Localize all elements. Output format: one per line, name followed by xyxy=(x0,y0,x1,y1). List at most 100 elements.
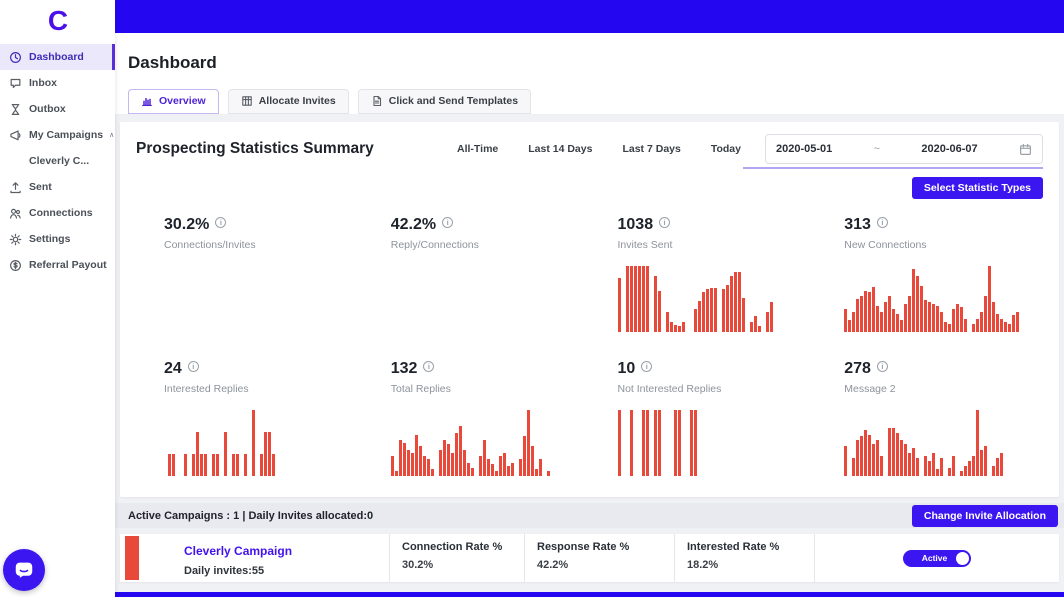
info-icon[interactable]: i xyxy=(215,217,226,228)
chart-bar xyxy=(738,272,741,332)
change-invite-allocation-button[interactable]: Change Invite Allocation xyxy=(912,505,1058,527)
sidebar-item-referral-payout[interactable]: Referral Payout xyxy=(0,252,115,278)
sidebar-item-label: Sent xyxy=(29,181,52,193)
sidebar-item-outbox[interactable]: Outbox xyxy=(0,96,115,122)
sidebar-item-settings[interactable]: Settings xyxy=(0,226,115,252)
metric-label: Response Rate % xyxy=(537,541,674,553)
filter-today[interactable]: Today xyxy=(711,143,741,155)
date-range-picker[interactable]: 2020-05-01 ~ 2020-06-07 xyxy=(765,134,1043,164)
chart-bar xyxy=(698,475,701,476)
stat-not-interested-replies: 10iNot Interested Replies xyxy=(590,347,817,491)
chart-bar xyxy=(956,304,959,332)
chart-bar xyxy=(415,435,418,476)
filter-all-time[interactable]: All-Time xyxy=(457,143,498,155)
date-end[interactable]: 2020-06-07 xyxy=(921,143,977,155)
chevron-up-icon[interactable]: ∧ xyxy=(109,131,114,139)
stat-invites-sent: 1038iInvites Sent xyxy=(590,203,817,347)
stat-value: 24 xyxy=(164,361,182,377)
chart-bar xyxy=(288,475,291,476)
chart-bar xyxy=(928,461,931,476)
sidebar-item-dashboard[interactable]: Dashboard xyxy=(0,44,115,70)
chart-bar xyxy=(746,331,749,332)
info-icon[interactable]: i xyxy=(442,217,453,228)
chart-bar xyxy=(654,410,657,476)
chart-bar xyxy=(236,454,239,476)
summary-title: Prospecting Statistics Summary xyxy=(136,140,374,158)
chart-bar xyxy=(284,475,287,476)
campaign-name-link[interactable]: Cleverly Campaign xyxy=(184,544,292,558)
chart-bar xyxy=(220,475,223,476)
people-icon xyxy=(9,207,22,220)
chart-bar xyxy=(924,456,927,476)
date-start[interactable]: 2020-05-01 xyxy=(776,143,832,155)
chart-bar xyxy=(630,266,633,332)
tab-bar: Overview Allocate Invites Click and Send T… xyxy=(128,89,1064,114)
tab-click-and-send-templates[interactable]: Click and Send Templates xyxy=(358,89,531,114)
chart-bar xyxy=(280,475,283,476)
chart-bar xyxy=(916,276,919,332)
chart-bar xyxy=(272,454,275,476)
tab-label: Click and Send Templates xyxy=(389,95,518,107)
sidebar-item-connections[interactable]: Connections xyxy=(0,200,115,226)
chart-bar xyxy=(264,432,267,476)
chart-bar xyxy=(634,266,637,332)
chart-bar xyxy=(944,475,947,476)
chart-bar xyxy=(459,426,462,476)
chart-bar xyxy=(168,454,171,476)
active-toggle[interactable]: Active xyxy=(903,550,971,567)
chart-bar xyxy=(988,475,991,476)
stat-label: Message 2 xyxy=(844,383,1037,395)
cleverly-logo[interactable]: C xyxy=(0,0,115,42)
chart-bar xyxy=(726,285,729,332)
info-icon[interactable]: i xyxy=(877,361,888,372)
info-icon[interactable]: i xyxy=(659,217,670,228)
page-header: Dashboard OverviewAllocate InvitesClick … xyxy=(115,33,1064,114)
chart-bar xyxy=(260,454,263,476)
sidebar-item-inbox[interactable]: Inbox xyxy=(0,70,115,96)
chart-bar xyxy=(666,475,669,476)
chart-bar xyxy=(940,312,943,332)
chart-bar xyxy=(1004,322,1007,332)
chart-bar xyxy=(698,301,701,332)
chart-bar xyxy=(204,454,207,476)
stat-label: Interested Replies xyxy=(164,383,357,395)
chart-bar xyxy=(912,269,915,332)
tab-allocate-invites[interactable]: Allocate Invites xyxy=(228,89,349,114)
tab-overview[interactable]: Overview xyxy=(128,89,219,114)
chart-bar xyxy=(932,304,935,332)
select-statistic-types-button[interactable]: Select Statistic Types xyxy=(912,177,1043,199)
stat-label: New Connections xyxy=(844,239,1037,251)
chart-bar xyxy=(972,324,975,332)
sidebar-item-cleverly-c[interactable]: Cleverly C... xyxy=(0,148,115,174)
chart-bar xyxy=(626,475,629,476)
chart-bar xyxy=(856,440,859,476)
filter-last-7-days[interactable]: Last 7 Days xyxy=(622,143,680,155)
chart-bar xyxy=(920,475,923,476)
info-icon[interactable]: i xyxy=(423,361,434,372)
filter-last-14-days[interactable]: Last 14 Days xyxy=(528,143,592,155)
info-icon[interactable]: i xyxy=(641,361,652,372)
chart-bar xyxy=(519,459,522,476)
chart-bar xyxy=(411,453,414,476)
calendar-icon[interactable] xyxy=(1019,143,1032,156)
chart-bar xyxy=(423,456,426,476)
chart-bar xyxy=(662,475,665,476)
chart-bar xyxy=(176,475,179,476)
chart-bar xyxy=(860,436,863,476)
chart-bar xyxy=(435,475,438,476)
mini-bar-chart xyxy=(164,408,357,476)
chart-bar xyxy=(455,433,458,476)
chart-bar xyxy=(638,475,641,476)
sidebar-item-my-campaigns[interactable]: My Campaigns∧ xyxy=(0,122,115,148)
info-icon[interactable]: i xyxy=(877,217,888,228)
info-icon[interactable]: i xyxy=(188,361,199,372)
chart-bar xyxy=(276,475,279,476)
stat-connections-invites: 30.2%iConnections/Invites xyxy=(136,203,363,347)
sidebar-item-sent[interactable]: Sent xyxy=(0,174,115,200)
chart-bar xyxy=(491,464,494,476)
chart-bar xyxy=(734,272,737,332)
stat-message-2: 278iMessage 2 xyxy=(816,347,1043,491)
chart-bar xyxy=(192,454,195,476)
tab-label: Overview xyxy=(159,95,206,107)
chat-launcher-button[interactable] xyxy=(3,549,45,591)
